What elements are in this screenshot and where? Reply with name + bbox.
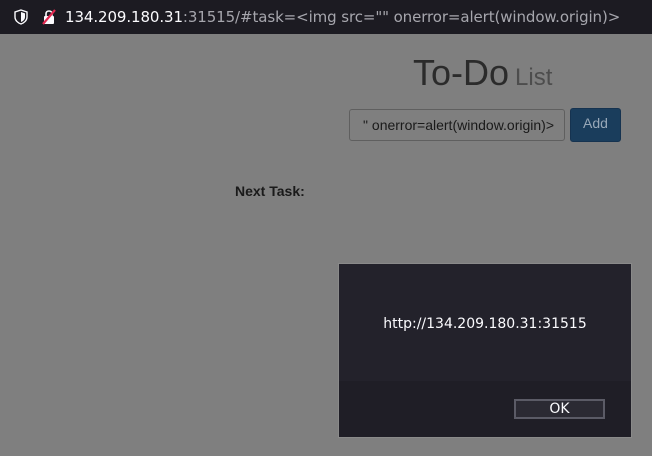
next-task-label: Next Task: bbox=[235, 183, 305, 199]
browser-url-bar: 134.209.180.31:31515/#task=<img src="" o… bbox=[0, 0, 652, 34]
alert-message: http://134.209.180.31:31515 bbox=[383, 316, 587, 332]
task-input[interactable]: " onerror=alert(window.origin)> bbox=[349, 109, 565, 141]
page-title: To-Do List bbox=[413, 52, 552, 94]
url-text[interactable]: 134.209.180.31:31515/#task=<img src="" o… bbox=[65, 8, 620, 26]
title-main: To-Do bbox=[413, 52, 510, 93]
title-sub: List bbox=[515, 64, 553, 91]
url-path: :31515/#task=<img src="" onerror=alert(w… bbox=[182, 8, 621, 26]
add-button[interactable]: Add bbox=[570, 108, 621, 142]
alert-dialog: http://134.209.180.31:31515 OK bbox=[338, 263, 632, 438]
ok-button[interactable]: OK bbox=[514, 399, 605, 419]
insecure-lock-icon[interactable] bbox=[41, 9, 57, 25]
url-host: 134.209.180.31 bbox=[65, 8, 183, 26]
shield-icon[interactable] bbox=[13, 9, 29, 25]
